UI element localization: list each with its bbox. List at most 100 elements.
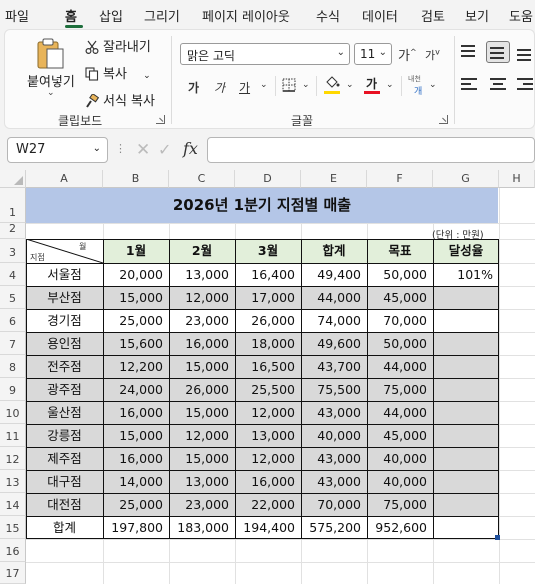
cancel-icon[interactable]: ✕: [136, 140, 150, 160]
value-cell[interactable]: 23,000: [169, 493, 235, 516]
column-header-a[interactable]: A: [26, 170, 103, 188]
value-cell[interactable]: [433, 378, 499, 401]
value-cell[interactable]: 49,400: [301, 263, 367, 286]
value-cell[interactable]: 12,000: [235, 401, 301, 424]
tab-draw[interactable]: 그리기: [144, 6, 180, 25]
align-right-icon[interactable]: [517, 77, 535, 93]
value-cell[interactable]: 25,500: [235, 378, 301, 401]
value-cell[interactable]: 45,000: [367, 286, 433, 309]
column-header-d[interactable]: D: [235, 170, 301, 188]
row-header-4[interactable]: 4: [0, 263, 26, 286]
value-cell[interactable]: [433, 470, 499, 493]
value-cell[interactable]: 43,700: [301, 355, 367, 378]
value-cell[interactable]: 44,000: [367, 355, 433, 378]
value-cell[interactable]: 44,000: [301, 286, 367, 309]
value-cell[interactable]: 26,000: [169, 378, 235, 401]
value-cell[interactable]: 15,000: [169, 401, 235, 424]
tab-data[interactable]: 데이터: [362, 6, 398, 25]
value-cell[interactable]: 15,000: [169, 355, 235, 378]
value-cell[interactable]: 12,200: [103, 355, 169, 378]
value-cell[interactable]: 16,400: [235, 263, 301, 286]
value-cell[interactable]: [433, 332, 499, 355]
header-cell[interactable]: 달성율: [433, 239, 499, 263]
value-cell[interactable]: 25,000: [103, 309, 169, 332]
value-cell[interactable]: [433, 493, 499, 516]
value-cell[interactable]: 18,000: [235, 332, 301, 355]
value-cell[interactable]: 74,000: [301, 309, 367, 332]
value-cell[interactable]: 70,000: [367, 309, 433, 332]
value-cell[interactable]: 14,000: [103, 470, 169, 493]
value-cell[interactable]: [433, 309, 499, 332]
copy-button[interactable]: 복사 ⌄: [85, 63, 151, 82]
tab-file[interactable]: 파일: [5, 6, 29, 25]
tab-page-layout[interactable]: 페이지 레이아웃: [202, 6, 290, 25]
value-cell[interactable]: 25,000: [103, 493, 169, 516]
value-cell[interactable]: 22,000: [235, 493, 301, 516]
align-bottom-icon[interactable]: [517, 46, 535, 62]
value-cell[interactable]: 23,000: [169, 309, 235, 332]
font-name-select[interactable]: 맑은 고딕 ⌄: [180, 43, 350, 65]
row-header-2[interactable]: 2: [0, 222, 26, 239]
value-cell[interactable]: 24,000: [103, 378, 169, 401]
column-header-b[interactable]: B: [103, 170, 169, 188]
branch-name-cell[interactable]: 용인점: [26, 332, 103, 355]
value-cell[interactable]: 13,000: [169, 470, 235, 493]
row-header-9[interactable]: 9: [0, 378, 26, 401]
row-header-14[interactable]: 14: [0, 493, 26, 516]
value-cell[interactable]: 12,000: [169, 286, 235, 309]
value-cell[interactable]: 12,000: [169, 424, 235, 447]
value-cell[interactable]: 15,000: [169, 447, 235, 470]
branch-name-cell[interactable]: 제주점: [26, 447, 103, 470]
tab-help[interactable]: 도움: [509, 6, 533, 25]
value-cell[interactable]: [433, 355, 499, 378]
value-cell[interactable]: 43,000: [301, 470, 367, 493]
value-cell[interactable]: 16,000: [103, 401, 169, 424]
value-cell[interactable]: 40,000: [301, 424, 367, 447]
value-cell[interactable]: 43,000: [301, 401, 367, 424]
branch-name-cell[interactable]: 대전점: [26, 493, 103, 516]
value-cell[interactable]: 16,000: [235, 470, 301, 493]
tab-home[interactable]: 홈: [65, 6, 77, 25]
row-header-3[interactable]: 3: [0, 239, 26, 263]
row-header-16[interactable]: 16: [0, 539, 26, 562]
chevron-down-icon[interactable]: ⌄: [386, 80, 394, 90]
branch-name-cell[interactable]: 광주점: [26, 378, 103, 401]
value-cell[interactable]: 13,000: [169, 263, 235, 286]
row-header-8[interactable]: 8: [0, 355, 26, 378]
align-center-icon[interactable]: [490, 77, 508, 93]
borders-icon[interactable]: [282, 78, 296, 92]
fill-color-button[interactable]: [324, 76, 342, 96]
value-cell[interactable]: 44,000: [367, 401, 433, 424]
row-header-17[interactable]: 17: [0, 562, 26, 584]
select-all-button[interactable]: [0, 170, 26, 188]
chevron-down-icon[interactable]: ⌄: [143, 71, 151, 81]
value-cell[interactable]: 45,000: [367, 424, 433, 447]
value-cell[interactable]: 20,000: [103, 263, 169, 286]
chevron-down-icon[interactable]: ⌄: [302, 80, 310, 90]
name-box[interactable]: W27 ⌄: [7, 137, 108, 163]
branch-name-cell[interactable]: 강릉점: [26, 424, 103, 447]
font-launcher-icon[interactable]: [439, 115, 448, 124]
align-top-icon[interactable]: [461, 44, 479, 60]
more-options-icon[interactable]: ⋮: [115, 142, 126, 155]
tab-review[interactable]: 검토: [421, 6, 445, 25]
value-cell[interactable]: 75,500: [301, 378, 367, 401]
grow-font-button[interactable]: 가^: [398, 45, 417, 64]
value-cell[interactable]: 12,000: [235, 447, 301, 470]
font-size-select[interactable]: 11 ⌄: [354, 43, 392, 65]
column-header-g[interactable]: G: [433, 170, 499, 188]
column-header-f[interactable]: F: [367, 170, 433, 188]
align-left-icon[interactable]: [461, 77, 479, 93]
value-cell[interactable]: 16,500: [235, 355, 301, 378]
value-cell[interactable]: 13,000: [235, 424, 301, 447]
value-cell[interactable]: 50,000: [367, 263, 433, 286]
value-cell[interactable]: 15,600: [103, 332, 169, 355]
branch-name-cell[interactable]: 서울점: [26, 263, 103, 286]
value-cell[interactable]: 197,800: [103, 516, 169, 539]
header-cell[interactable]: 1월: [103, 239, 169, 263]
value-cell[interactable]: 15,000: [103, 424, 169, 447]
value-cell[interactable]: 26,000: [235, 309, 301, 332]
spreadsheet-grid[interactable]: A B C D E F G H 1 2 3 4 5 6 7 8 9 10 11 12 13 14 15 16 17 2026년 1…: [0, 170, 535, 584]
header-cell[interactable]: 3월: [235, 239, 301, 263]
header-cell[interactable]: 합계: [301, 239, 367, 263]
